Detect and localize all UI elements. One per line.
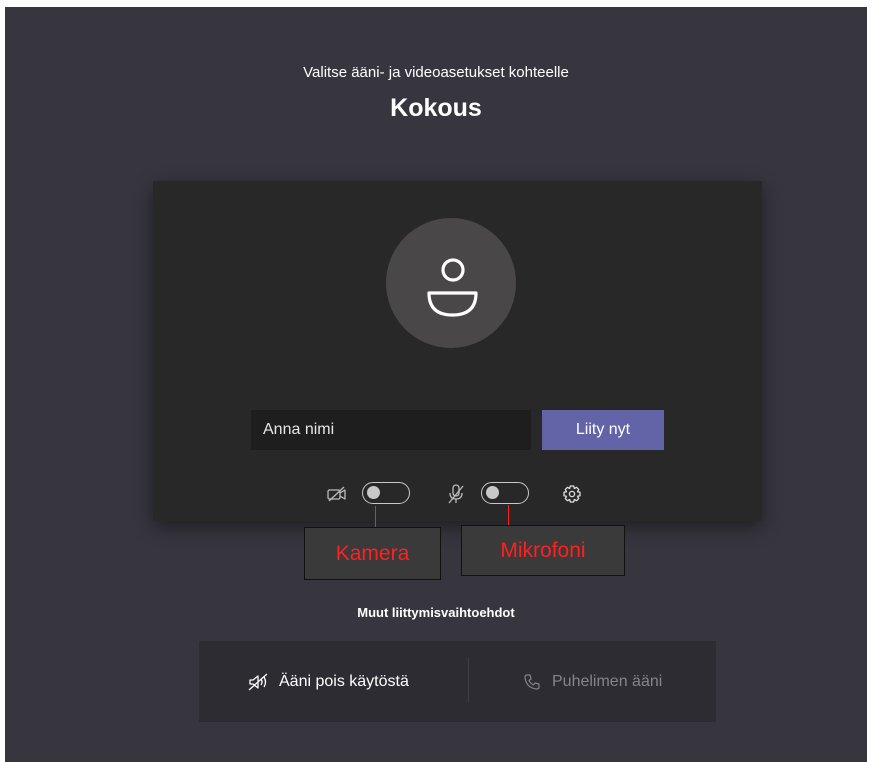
microphone-toggle[interactable] [481,482,529,504]
avatar [386,218,516,348]
speaker-off-icon [248,673,268,690]
mic-off-icon [448,484,464,504]
audio-off-label: Ääni pois käytöstä [279,672,409,690]
meeting-subtitle: Valitse ääni- ja videoasetukset kohteell… [303,64,569,81]
microphone-toggle-knob [486,486,499,499]
camera-toggle[interactable] [362,482,410,504]
microphone-callout-line [508,505,509,525]
name-input[interactable] [251,410,531,450]
prejoin-screen: Valitse ääni- ja videoasetukset kohteell… [5,7,867,762]
join-now-button[interactable]: Liity nyt [542,410,664,450]
camera-callout: Kamera [304,527,441,580]
options-divider [468,658,469,702]
other-join-options-title: Muut liittymisvaihtoehdot [357,605,515,620]
preview-card: Liity nyt [153,181,762,521]
gear-icon[interactable] [562,484,582,504]
person-icon [427,258,478,317]
phone-audio-label: Puhelimen ääni [552,672,663,690]
phone-icon [524,673,540,690]
camera-off-icon [327,486,346,502]
camera-callout-line [375,506,376,527]
meeting-title: Kokous [390,94,482,122]
camera-toggle-knob [367,486,380,499]
microphone-callout: Mikrofoni [461,525,625,576]
other-join-options: Ääni pois käytöstä Puhelimen ääni [199,641,716,722]
phone-audio-option[interactable]: Puhelimen ääni [522,641,662,722]
audio-off-option[interactable]: Ääni pois käytöstä [247,641,409,722]
